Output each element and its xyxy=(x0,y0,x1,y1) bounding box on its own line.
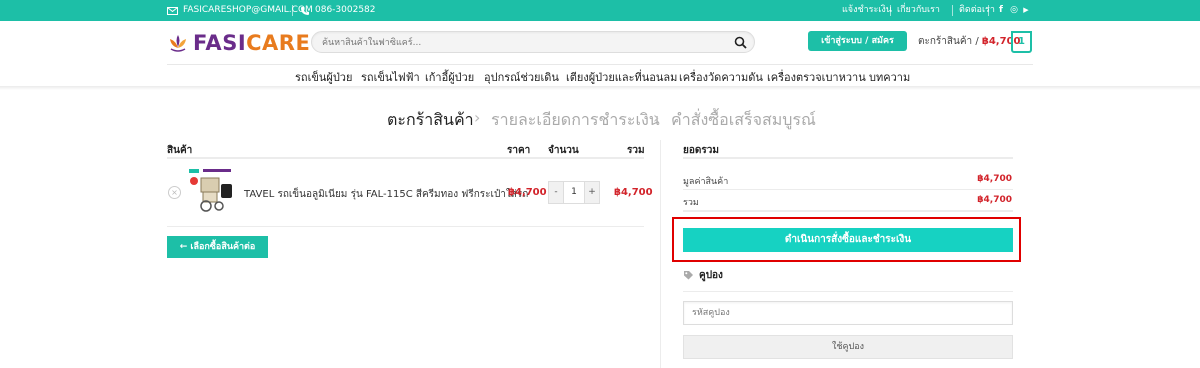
col-header-product: สินค้า xyxy=(167,145,193,156)
nav-shadow xyxy=(0,86,1200,90)
site-logo[interactable]: FASICARE xyxy=(167,30,310,56)
instagram-icon[interactable]: ◎ xyxy=(1008,4,1020,16)
chevron-right-icon: › xyxy=(653,108,660,127)
nav-item-glucose[interactable]: เครื่องตรวจเบาหวาน xyxy=(767,68,866,84)
divider xyxy=(292,5,293,16)
quantity-stepper: - 1 + xyxy=(548,181,600,204)
coupon-title: คูปอง xyxy=(699,270,723,281)
chevron-right-icon: › xyxy=(474,108,481,127)
nav-item-beds[interactable]: เตียงผู้ป่วยและที่นอนลม xyxy=(566,68,677,84)
link-payment-notify[interactable]: แจ้งชำระเงิน xyxy=(842,0,892,21)
mail-icon xyxy=(167,6,178,15)
subtotal-value: ฿4,700 xyxy=(977,174,1012,184)
coupon-heading: คูปอง xyxy=(683,268,723,283)
login-register-button[interactable]: เข้าสู่ระบบ / สมัครสมาชิก xyxy=(808,31,907,66)
qty-increase-button[interactable]: + xyxy=(585,182,599,203)
step-checkout-details[interactable]: รายละเอียดการชำระเงิน xyxy=(491,108,660,133)
divider xyxy=(683,291,1013,292)
header-cart-link[interactable]: ตะกร้าสินค้า / ฿4,700 xyxy=(918,31,1020,53)
site-header: FASICARE เข้าสู่ระบบ / สมัครสมาชิก ตะกร้… xyxy=(0,21,1200,66)
total-label: รวม xyxy=(683,198,699,208)
divider xyxy=(890,5,891,16)
lotus-logo-icon xyxy=(170,35,186,52)
totals-title: ยอดรวม xyxy=(683,145,719,156)
apply-coupon-button[interactable]: ใช้คูปอง xyxy=(683,335,1013,359)
search-input[interactable] xyxy=(322,35,722,50)
youtube-icon[interactable]: ▶ xyxy=(1020,4,1032,16)
coupon-code-input[interactable] xyxy=(683,301,1013,325)
phone-icon xyxy=(301,6,309,15)
total-value: ฿4,700 xyxy=(977,195,1012,205)
product-name-link[interactable]: TAVEL รถเข็นอลูมิเนียม รุ่น FAL-115C สีค… xyxy=(244,187,528,202)
subtotal-label: มูลค่าสินค้า xyxy=(683,177,729,187)
product-thumbnail[interactable] xyxy=(187,166,235,214)
divider xyxy=(683,189,1013,190)
tag-icon xyxy=(684,271,693,280)
phone-contact[interactable]: 086-3002582 xyxy=(300,0,376,21)
nav-item-wheelchair[interactable]: รถเข็นผู้ป่วย xyxy=(295,68,352,84)
divider xyxy=(167,157,644,159)
col-header-price: ราคา xyxy=(507,145,531,156)
column-divider xyxy=(660,140,661,368)
item-price: ฿4,700 xyxy=(508,187,547,198)
link-about[interactable]: เกี่ยวกับเรา xyxy=(897,0,940,21)
phone-text: 086-3002582 xyxy=(315,5,376,15)
link-contact[interactable]: ติดต่อเรา xyxy=(959,0,995,21)
search-box xyxy=(311,31,755,53)
nav-item-walking-aids[interactable]: อุปกรณ์ช่วยเดิน xyxy=(484,68,559,84)
main-nav: รถเข็นผู้ป่วย รถเข็นไฟฟ้า เก้าอี้ผู้ป่วย… xyxy=(0,65,1200,86)
cart-label: ตะกร้าสินค้า / xyxy=(918,36,979,47)
top-bar: FASICARESHOP@GMAIL.COM 086-3002582 แจ้งช… xyxy=(0,0,1200,21)
divider xyxy=(683,210,1013,212)
divider xyxy=(952,5,953,16)
col-header-qty: จำนวน xyxy=(548,145,579,156)
email-text: FASICARESHOP@GMAIL.COM xyxy=(183,5,313,15)
facebook-icon[interactable]: f xyxy=(995,4,1007,16)
item-subtotal: ฿4,700 xyxy=(614,187,653,198)
divider xyxy=(988,5,989,16)
qty-decrease-button[interactable]: - xyxy=(549,182,563,203)
nav-item-patient-chair[interactable]: เก้าอี้ผู้ป่วย xyxy=(425,68,474,84)
continue-shopping-button[interactable]: ← เลือกซื้อสินค้าต่อ xyxy=(167,236,268,258)
nav-item-blood-pressure[interactable]: เครื่องวัดความดัน xyxy=(679,68,763,84)
col-header-total: รวม xyxy=(627,145,645,156)
checkout-steps: ตะกร้าสินค้า › รายละเอียดการชำระเงิน › ค… xyxy=(0,108,1200,132)
divider xyxy=(167,226,644,227)
step-order-complete: คำสั่งซื้อเสร็จสมบูรณ์ xyxy=(671,110,816,129)
nav-item-articles[interactable]: บทความ xyxy=(869,68,910,84)
divider xyxy=(683,157,1013,159)
search-icon[interactable] xyxy=(734,36,747,49)
nav-item-electric-wheelchair[interactable]: รถเข็นไฟฟ้า xyxy=(361,68,420,84)
cart-count-badge[interactable]: 1 xyxy=(1011,31,1032,53)
email-contact[interactable]: FASICARESHOP@GMAIL.COM xyxy=(167,0,313,21)
remove-item-button[interactable]: × xyxy=(168,186,181,199)
qty-input[interactable]: 1 xyxy=(563,182,585,203)
step-cart[interactable]: ตะกร้าสินค้า xyxy=(387,108,474,133)
logo-text: FASICARE xyxy=(193,31,311,55)
proceed-to-checkout-button[interactable]: ดำเนินการสั่งซื้อและชำระเงิน xyxy=(683,228,1013,252)
